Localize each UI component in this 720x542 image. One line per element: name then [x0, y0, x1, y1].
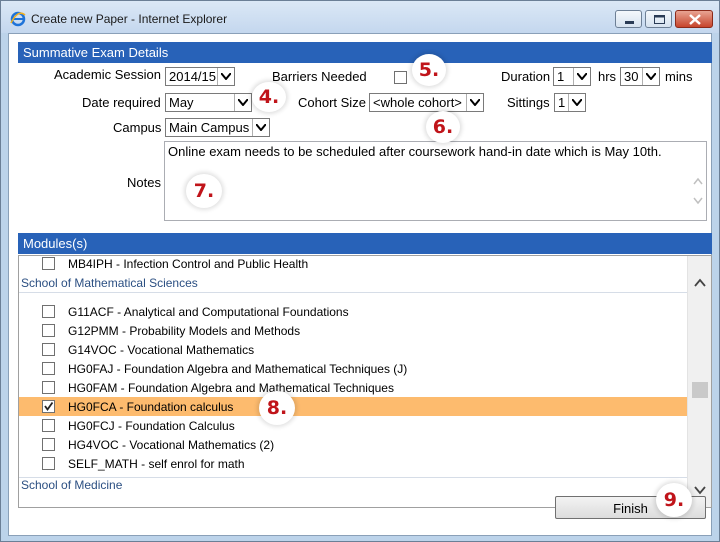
modules-header: Modules(s) [18, 233, 712, 254]
scroll-arrows-icon [693, 177, 703, 205]
module-checkbox[interactable] [42, 457, 55, 470]
window-title: Create new Paper - Internet Explorer [31, 12, 228, 26]
chevron-down-icon [256, 124, 266, 131]
list-item[interactable]: G11ACF - Analytical and Computational Fo… [19, 302, 687, 321]
module-checkbox[interactable] [42, 257, 55, 270]
list-item[interactable]: HG0FCJ - Foundation Calculus [19, 416, 687, 435]
mins-label: mins [665, 69, 693, 84]
group-school-of-medicine: School of Medicine [21, 478, 123, 492]
dialog-content: Summative Exam Details Academic Session … [8, 33, 712, 536]
divider [19, 292, 687, 293]
modules-list[interactable]: MB4IPH - Infection Control and Public He… [18, 255, 712, 508]
duration-mins-value: 30 [624, 69, 639, 84]
academic-session-value: 2014/15 [169, 69, 216, 84]
annotation-marker-7: 7. [186, 174, 222, 208]
module-checkbox[interactable] [42, 381, 55, 394]
date-required-label: Date required [82, 95, 161, 110]
campus-select[interactable]: Main Campus [165, 118, 270, 137]
duration-hours-value: 1 [557, 69, 565, 84]
cohort-size-select[interactable]: <whole cohort> [369, 93, 484, 112]
date-required-value: May [169, 95, 194, 110]
sittings-select[interactable]: 1 [554, 93, 586, 112]
annotation-marker-9: 9. [656, 483, 692, 517]
module-label: SELF_MATH - self enrol for math [68, 457, 245, 471]
close-icon [689, 14, 701, 25]
list-item[interactable]: SELF_MATH - self enrol for math [19, 454, 687, 473]
scrollbar-arrows-icon [692, 278, 708, 495]
module-checkbox[interactable] [42, 343, 55, 356]
module-label: HG0FCA - Foundation calculus [68, 400, 234, 414]
module-checkbox[interactable] [42, 305, 55, 318]
academic-session-select[interactable]: 2014/15 [165, 67, 235, 86]
checkmark-icon [44, 401, 54, 412]
annotation-marker-5: 5. [412, 54, 446, 86]
chevron-down-icon [221, 73, 231, 80]
date-required-select[interactable]: May [165, 93, 252, 112]
module-checkbox-checked[interactable] [42, 400, 55, 413]
list-item[interactable]: MB4IPH - Infection Control and Public He… [19, 256, 687, 273]
module-label: G12PMM - Probability Models and Methods [68, 324, 301, 338]
minimize-icon [625, 21, 634, 24]
module-label: HG0FAJ - Foundation Algebra and Mathemat… [68, 362, 408, 376]
duration-hours-select[interactable]: 1 [553, 67, 591, 86]
cohort-size-label: Cohort Size [298, 95, 366, 110]
modules-scrollbar[interactable] [687, 256, 711, 507]
list-item[interactable]: HG0FAJ - Foundation Algebra and Mathemat… [19, 359, 687, 378]
summative-header: Summative Exam Details [18, 42, 712, 63]
duration-label: Duration [501, 69, 551, 84]
chevron-down-icon [646, 73, 656, 80]
cohort-size-value: <whole cohort> [373, 95, 462, 110]
ie-window: Create new Paper - Internet Explorer Sum… [0, 0, 720, 542]
campus-label: Campus [113, 120, 162, 135]
module-label: G11ACF - Analytical and Computational Fo… [68, 305, 349, 319]
minimize-button[interactable] [615, 10, 642, 28]
module-label: HG0FAM - Foundation Algebra and Mathemat… [68, 381, 394, 395]
barriers-checkbox[interactable] [394, 71, 407, 84]
close-button[interactable] [675, 10, 713, 28]
duration-mins-select[interactable]: 30 [620, 67, 660, 86]
hrs-label: hrs [598, 69, 617, 84]
maximize-button[interactable] [645, 10, 672, 28]
module-checkbox[interactable] [42, 438, 55, 451]
chevron-down-icon [470, 99, 480, 106]
notes-textarea[interactable]: Online exam needs to be scheduled after … [164, 141, 707, 221]
module-label: HG0FCJ - Foundation Calculus [68, 419, 235, 433]
annotation-marker-8: 8. [259, 391, 295, 425]
notes-text: Online exam needs to be scheduled after … [168, 144, 662, 159]
chevron-down-icon [572, 99, 582, 106]
academic-session-label: Academic Session [54, 67, 161, 82]
annotation-marker-4: 4. [252, 82, 286, 112]
list-item[interactable]: HG4VOC - Vocational Mathematics (2) [19, 435, 687, 454]
module-label: MB4IPH - Infection Control and Public He… [68, 257, 309, 271]
module-checkbox[interactable] [42, 362, 55, 375]
module-label: HG4VOC - Vocational Mathematics (2) [68, 438, 275, 452]
module-label: G14VOC - Vocational Mathematics [68, 343, 255, 357]
chevron-down-icon [238, 99, 248, 106]
chevron-down-icon [577, 73, 587, 80]
list-item-selected[interactable]: HG0FCA - Foundation calculus [19, 397, 687, 416]
notes-scrollbar[interactable] [690, 142, 706, 220]
group-school-of-mathematical-sciences: School of Mathematical Sciences [21, 276, 198, 290]
annotation-marker-6: 6. [426, 111, 460, 143]
module-checkbox[interactable] [42, 324, 55, 337]
maximize-icon [654, 15, 665, 24]
barriers-label: Barriers Needed [272, 69, 367, 84]
list-item[interactable]: HG0FAM - Foundation Algebra and Mathemat… [19, 378, 687, 397]
list-item[interactable]: G14VOC - Vocational Mathematics [19, 340, 687, 359]
sittings-label: Sittings [507, 95, 550, 110]
notes-label: Notes [127, 175, 161, 190]
list-item[interactable]: G12PMM - Probability Models and Methods [19, 321, 687, 340]
campus-value: Main Campus [169, 120, 250, 135]
title-bar: Create new Paper - Internet Explorer [1, 1, 719, 33]
sittings-value: 1 [558, 95, 566, 110]
module-checkbox[interactable] [42, 419, 55, 432]
internet-explorer-icon [10, 11, 26, 27]
